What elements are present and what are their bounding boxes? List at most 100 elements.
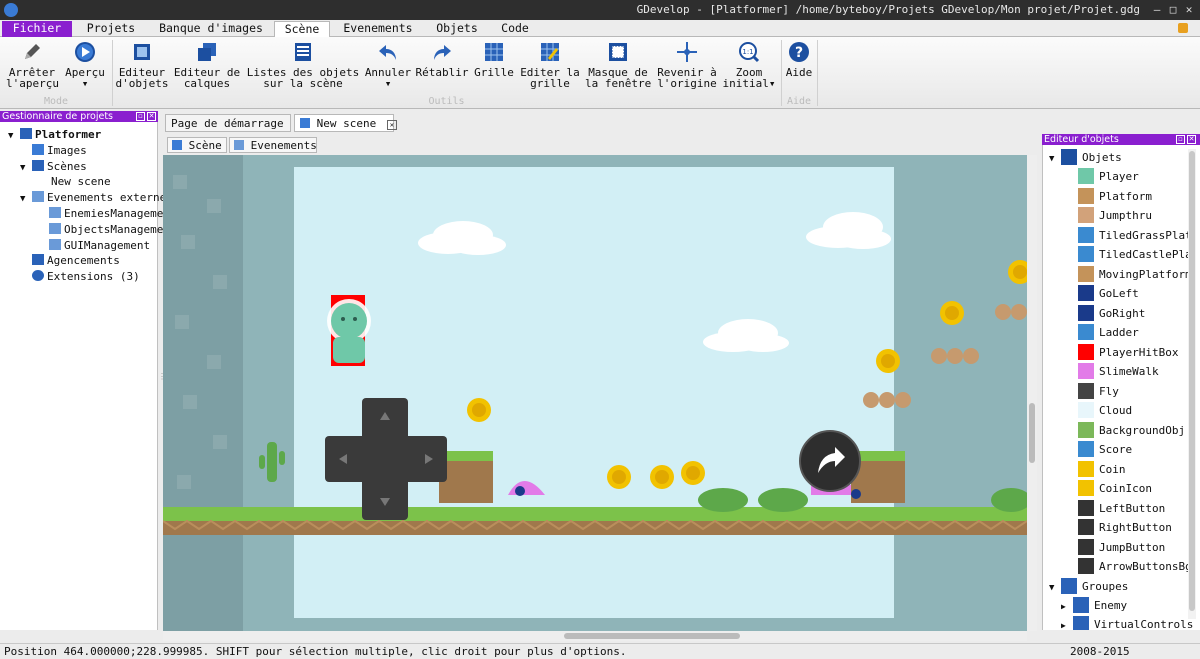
scrollbar-thumb[interactable] (1189, 151, 1195, 611)
object-item-jumpthru[interactable]: Jumpthru (1078, 206, 1188, 225)
collapse-arrow-icon[interactable]: ▼ (1049, 579, 1061, 598)
object-item-jumpbutton[interactable]: JumpButton (1078, 538, 1188, 557)
float-panel-icon[interactable]: ▫ (1176, 135, 1185, 144)
splitter-handle[interactable]: ⋮ (158, 372, 166, 382)
tab-objets[interactable]: Objets (428, 21, 486, 37)
object-item-playerhitbox[interactable]: PlayerHitBox (1078, 343, 1188, 362)
collapse-arrow-icon[interactable]: ▼ (20, 192, 32, 207)
float-panel-icon[interactable]: ▫ (136, 112, 145, 121)
go-left-marker[interactable] (515, 486, 525, 496)
close-tab-icon[interactable]: ✕ (386, 120, 397, 130)
jumpthru-platform[interactable] (863, 392, 911, 408)
object-item-score[interactable]: Score (1078, 440, 1188, 459)
object-lists-button[interactable]: Listes des objets sur la scène (245, 41, 361, 89)
tab-code[interactable]: Code (494, 21, 536, 37)
expand-arrow-icon[interactable]: ▶ (1061, 597, 1073, 616)
coin[interactable] (681, 461, 705, 485)
maximize-icon[interactable]: □ (1165, 2, 1181, 18)
scrollbar-thumb[interactable] (564, 633, 740, 639)
tab-banque-images[interactable]: Banque d'images (152, 21, 270, 37)
objects-root[interactable]: ▼ Objets (1049, 148, 1122, 167)
tab-new-scene[interactable]: New scene ✕ (294, 114, 397, 132)
coin[interactable] (650, 465, 674, 489)
object-item-leftbutton[interactable]: LeftButton (1078, 499, 1188, 518)
jumpthru-platform[interactable] (931, 348, 979, 364)
object-item-coinicon[interactable]: CoinIcon (1078, 479, 1188, 498)
tree-item-enemies-management[interactable]: EnemiesManagement (49, 206, 177, 221)
object-item-ladder[interactable]: Ladder (1078, 323, 1188, 342)
scrollbar-thumb[interactable] (1029, 403, 1035, 463)
object-item-goleft[interactable]: GoLeft (1078, 284, 1188, 303)
coin[interactable] (467, 398, 491, 422)
tree-item-objects-management[interactable]: ObjectsManagement (49, 222, 177, 237)
edit-grid-button[interactable]: Editer la grille (518, 41, 582, 89)
collapse-arrow-icon[interactable]: ▼ (8, 129, 20, 144)
tab-scene[interactable]: Scène (274, 21, 330, 37)
coin[interactable] (607, 465, 631, 489)
object-list-scrollbar[interactable] (1188, 149, 1196, 619)
scene-canvas[interactable] (163, 155, 1027, 631)
expand-arrow-icon[interactable]: ▶ (1061, 616, 1073, 630)
object-editor-button[interactable]: Editeur d'objets (115, 41, 169, 89)
layer-editor-button[interactable]: Editeur de calques (171, 41, 243, 89)
collapse-arrow-icon[interactable]: ▼ (1049, 150, 1061, 169)
tree-item-new-scene[interactable]: New scene (51, 174, 111, 189)
scene-editor[interactable] (163, 155, 1027, 631)
ribbon-separator (817, 40, 818, 106)
groups-root[interactable]: ▼ Groupes (1049, 577, 1128, 596)
subtab-events[interactable]: Evenements (229, 137, 317, 153)
object-item-rightbutton[interactable]: RightButton (1078, 518, 1188, 537)
vertical-scrollbar[interactable] (1027, 155, 1037, 631)
zoom-dropdown-icon[interactable]: ▾ (769, 77, 776, 90)
redo-button[interactable]: Rétablir (414, 41, 470, 78)
close-panel-icon[interactable]: ✕ (1187, 135, 1196, 144)
coin[interactable] (940, 301, 964, 325)
object-item-tiledgrassplatform[interactable]: TiledGrassPlatform (1078, 226, 1188, 245)
preview-button[interactable]: Aperçu ▾ (62, 41, 108, 89)
horizontal-scrollbar[interactable] (163, 631, 1027, 641)
object-item-movingplatform[interactable]: MovingPlatform (1078, 265, 1188, 284)
tab-start-page[interactable]: Page de démarrage (165, 114, 291, 132)
jump-button[interactable] (799, 430, 861, 492)
subtab-scene[interactable]: Scène (167, 137, 227, 153)
tree-item-external-events[interactable]: ▼ Evenements externes (20, 190, 173, 205)
help-button[interactable]: ? Aide (784, 41, 814, 78)
tree-item-extensions[interactable]: Extensions (3) (32, 269, 140, 284)
grid-button[interactable]: Grille (472, 41, 516, 78)
tree-item-images[interactable]: Images (20, 143, 87, 158)
tree-item-gui-management[interactable]: GUIManagement (49, 238, 150, 253)
tree-item-layouts[interactable]: Agencements (32, 253, 120, 268)
object-item-tiledcastleplatform[interactable]: TiledCastlePlatform (1078, 245, 1188, 264)
player[interactable] (331, 303, 367, 339)
tab-projets[interactable]: Projets (80, 21, 142, 37)
ribbon-toggle-icon[interactable] (1178, 23, 1188, 33)
coin[interactable] (876, 349, 900, 373)
group-enemy[interactable]: ▶ Enemy (1061, 596, 1127, 615)
object-item-cloud[interactable]: Cloud (1078, 401, 1188, 420)
minimize-icon[interactable]: – (1149, 2, 1165, 18)
object-item-coin[interactable]: Coin (1078, 460, 1188, 479)
object-item-arrowbuttonsbg[interactable]: ArrowButtonsBg (1078, 557, 1188, 576)
close-icon[interactable]: ✕ (1181, 2, 1197, 18)
object-item-goright[interactable]: GoRight (1078, 304, 1188, 323)
undo-button[interactable]: Annuler ▾ (363, 41, 413, 89)
object-item-platform[interactable]: Platform (1078, 187, 1188, 206)
tree-item-platformer[interactable]: ▼ Platformer (8, 127, 101, 142)
object-item-backgroundobj[interactable]: BackgroundObj (1078, 421, 1188, 440)
object-item-fly[interactable]: Fly (1078, 382, 1188, 401)
back-to-origin-button[interactable]: Revenir à l'origine (655, 41, 719, 89)
go-right-marker[interactable] (851, 489, 861, 499)
stop-preview-button[interactable]: Arrêter l'aperçu (6, 41, 59, 89)
zoom-initial-button[interactable]: 1:1 Zoom initial▾ (721, 41, 777, 89)
group-virtual-controls[interactable]: ▶ VirtualControls (1061, 615, 1193, 630)
object-item-player[interactable]: Player (1078, 167, 1188, 186)
collapse-arrow-icon[interactable]: ▼ (20, 161, 32, 176)
tab-fichier[interactable]: Fichier (2, 21, 72, 37)
tab-evenements[interactable]: Evenements (337, 21, 419, 37)
undo-dropdown-icon[interactable]: ▾ (363, 78, 413, 89)
tree-item-scenes[interactable]: ▼ Scènes (20, 159, 87, 174)
object-item-slimewalk[interactable]: SlimeWalk (1078, 362, 1188, 381)
close-panel-icon[interactable]: ✕ (147, 112, 156, 121)
preview-dropdown-icon[interactable]: ▾ (62, 78, 108, 89)
window-mask-button[interactable]: Masque de la fenêtre (585, 41, 651, 89)
